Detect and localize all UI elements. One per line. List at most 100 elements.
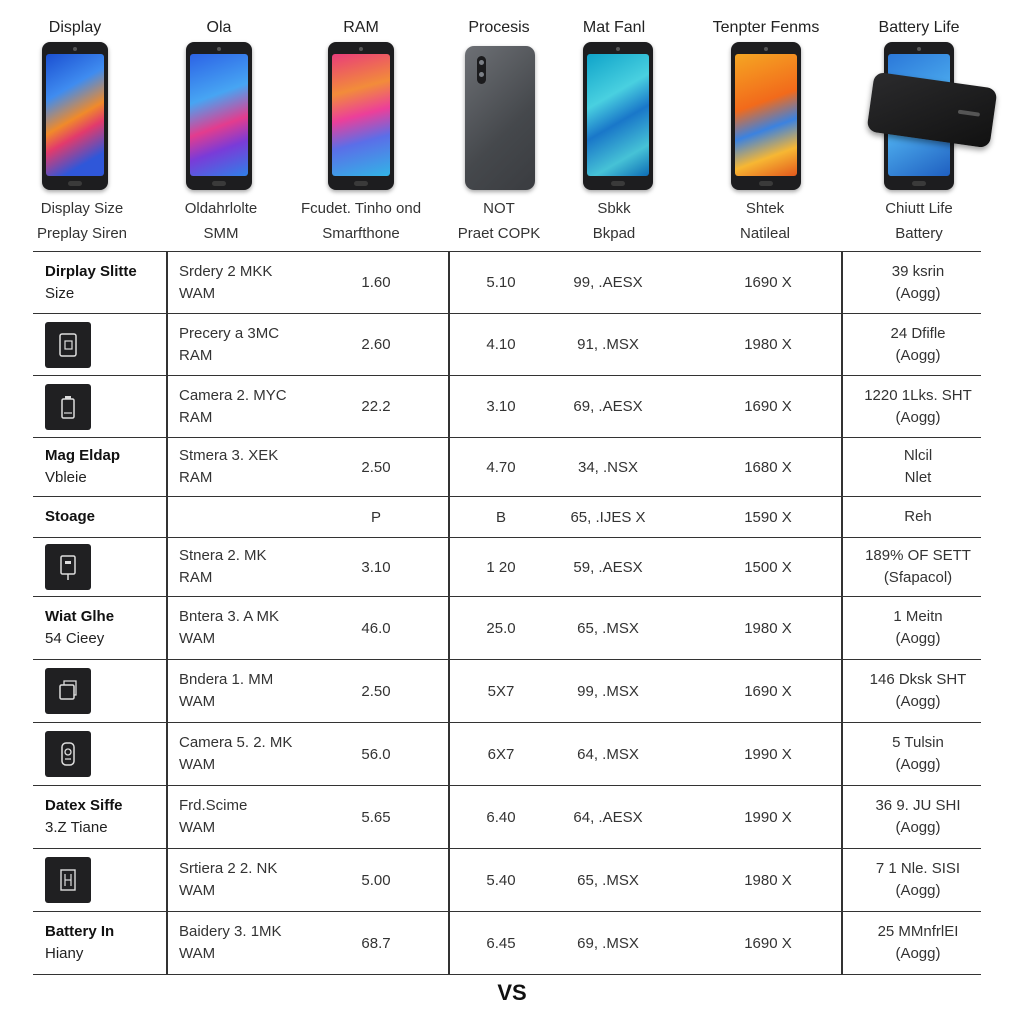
value-cell-c5: 65, .MSX xyxy=(577,871,639,889)
row-label-text: Mag Eldap Vbleie xyxy=(45,445,120,489)
table-row: Camera 5. 2. MK WAM 56.0 6X7 64, .MSX 1990 X 5… xyxy=(33,723,981,786)
spec-text-line: WAM xyxy=(179,693,216,710)
battery-text-line: (Aogg) xyxy=(895,693,941,710)
battery-cell: Nlcil Nlet xyxy=(843,438,993,496)
battery-cell: 1 Meitn (Aogg) xyxy=(843,597,993,659)
spec-text-line: Precery a 3MC xyxy=(179,324,280,342)
value-cell-c4: 5.10 xyxy=(486,274,516,291)
value-cell-c3: 5.65 xyxy=(361,808,391,826)
value-cell-c4: 4.70 xyxy=(486,458,516,476)
camera-icon xyxy=(45,731,91,777)
value-cell-c4: 6.40 xyxy=(486,808,516,826)
spec-text-line: Frd.Scime xyxy=(179,797,248,814)
value-cell-c3: 46.0 xyxy=(361,619,391,637)
column-title-display: Display xyxy=(48,19,102,36)
value-cell-c4: 5X7 xyxy=(487,682,515,700)
battery-text: 36 9. JU SHI (Aogg) xyxy=(875,795,960,839)
battery-text-line: 1220 1Lks. SHT xyxy=(864,386,972,404)
spec-comparison-table: Dirplay Slitte Size Srdery 2 MKK WAM 1.60 5.1… xyxy=(33,251,981,975)
spec-cell: Srtiera 2 2. NK WAM xyxy=(179,849,329,911)
charger-icon xyxy=(45,544,91,590)
value-cell-c6: 1690 X xyxy=(744,682,792,700)
row-label: Battery In Hiany xyxy=(45,912,165,974)
battery-text: 39 ksrin (Aogg) xyxy=(892,261,945,305)
value-cell-c3: 56.0 xyxy=(361,745,391,763)
spec-text: Srtiera 2 2. NK WAM xyxy=(179,858,277,902)
battery-text: 1 Meitn (Aogg) xyxy=(893,606,942,650)
battery-text-line: 25 MMnfrlEI xyxy=(877,923,959,940)
column-titles: Display Ola RAM Procesis Mat Fanl Tenpte… xyxy=(0,0,1024,40)
battery-text-line: (Aogg) xyxy=(895,882,941,899)
battery-cell: 39 ksrin (Aogg) xyxy=(843,252,993,313)
value-cell-c3: 2.50 xyxy=(361,458,391,476)
battery-cell: 25 MMnfrlEI (Aogg) xyxy=(843,912,993,974)
row-label xyxy=(45,849,165,911)
phone-image-temperature xyxy=(731,42,801,190)
value-cell-c6: 1980 X xyxy=(744,619,792,637)
battery-text-line: 5 Tulsin xyxy=(892,734,944,751)
value-cell-c4: B xyxy=(495,508,506,526)
value-cell-c6: 1990 X xyxy=(744,745,792,763)
battery-cell: 7 1 Nle. SISI (Aogg) xyxy=(843,849,993,911)
table-row: Precery a 3MC RAM 2.60 4.10 91, .MSX 1980 X 24… xyxy=(33,314,981,376)
column-divider xyxy=(166,912,168,974)
value-cell-c6: 1500 X xyxy=(744,558,792,576)
value-cell-c5: 59, .AESX xyxy=(573,558,643,576)
battery-text-line: (Aogg) xyxy=(895,408,941,426)
row-label-line: Dirplay Slitte xyxy=(45,262,137,280)
battery-text: Reh xyxy=(904,506,932,528)
battery-text-line: 1 Meitn xyxy=(893,608,943,625)
row-label-line: Stoage xyxy=(45,508,96,525)
value-cell-c5: 65, .MSX xyxy=(577,619,639,637)
battery-text: 146 Dksk SHT (Aogg) xyxy=(870,669,967,713)
value-cell-c6: 1980 X xyxy=(744,871,792,889)
value-cell-c4: 3.10 xyxy=(486,398,516,415)
battery-text: 7 1 Nle. SISI (Aogg) xyxy=(876,858,960,902)
phone-image-ola xyxy=(186,42,252,190)
battery-text: 25 MMnfrlEI (Aogg) xyxy=(878,921,959,965)
value-cell-c5: 69, .MSX xyxy=(577,934,639,952)
spec-text: Srdery 2 MKK WAM xyxy=(179,261,272,305)
spec-text-line: Camera 2. MYC xyxy=(179,386,287,404)
value-cell-c5: 65, .IJES X xyxy=(570,508,646,526)
value-cell-c4: 1 20 xyxy=(486,558,516,576)
value-cell-c3: 68.7 xyxy=(361,934,391,952)
value-cell-c3: 5.00 xyxy=(361,871,391,889)
battery-text-line: (Sfapacol) xyxy=(883,569,953,586)
table-row: Camera 2. MYC RAM 22.2 3.10 69, .AESX 1690 X 1… xyxy=(33,376,981,438)
battery-text-line: 39 ksrin xyxy=(891,262,945,280)
row-label-text: Battery In Hiany xyxy=(45,921,114,965)
row-label xyxy=(45,376,165,437)
row-label-text: Wiat Glhe 54 Cieey xyxy=(45,606,114,650)
battery-text-line: 24 Dfifle xyxy=(890,324,946,342)
column-title-material: Mat Fanl xyxy=(582,19,646,36)
value-cell-c5: 99, .MSX xyxy=(577,682,639,700)
value-cell-c3: 2.50 xyxy=(361,682,391,700)
spec-text: Stmera 3. XEK RAM xyxy=(179,445,278,489)
value-cell-c3: 1.60 xyxy=(361,274,391,291)
row-label-line: Battery In xyxy=(45,923,115,940)
column-title-ram: RAM xyxy=(343,19,379,36)
value-cell-c3: 3.10 xyxy=(361,558,391,576)
battery-text-line: Nlcil xyxy=(903,447,933,464)
column-divider xyxy=(166,597,168,659)
column-title-battery: Battery Life xyxy=(878,19,960,36)
row-label-line: Hiany xyxy=(45,945,84,962)
table-row: Wiat Glhe 54 Cieey Bntera 3. A MK WAM 46.0 25… xyxy=(33,597,981,660)
table-row: Datex Siffe 3.Z Tiane Frd.Scime WAM 5.65 6.40… xyxy=(33,786,981,849)
phone-back-image-processor xyxy=(465,46,535,190)
value-cell-c6: 1690 X xyxy=(744,934,792,952)
column-subtitles: Display Size Preplay Siren Oldahrlolte SMM… xyxy=(0,196,1024,250)
value-cell-c3: 22.2 xyxy=(361,398,391,415)
column-sub-ola: Oldahrlolte SMM xyxy=(184,200,258,242)
value-cell-c5: 34, .NSX xyxy=(577,458,639,476)
spec-cell: Stnera 2. MK RAM xyxy=(179,538,329,596)
battery-text-line: (Aogg) xyxy=(895,945,941,962)
spec-cell: Precery a 3MC RAM xyxy=(179,314,329,375)
table-row: Mag Eldap Vbleie Stmera 3. XEK RAM 2.50 4.70 3… xyxy=(33,438,981,497)
spec-cell: Camera 2. MYC RAM xyxy=(179,376,329,437)
spec-text-line: WAM xyxy=(179,756,216,773)
row-label xyxy=(45,538,165,596)
column-title-ola: Ola xyxy=(206,19,232,36)
value-cell-c3: P xyxy=(370,508,381,526)
